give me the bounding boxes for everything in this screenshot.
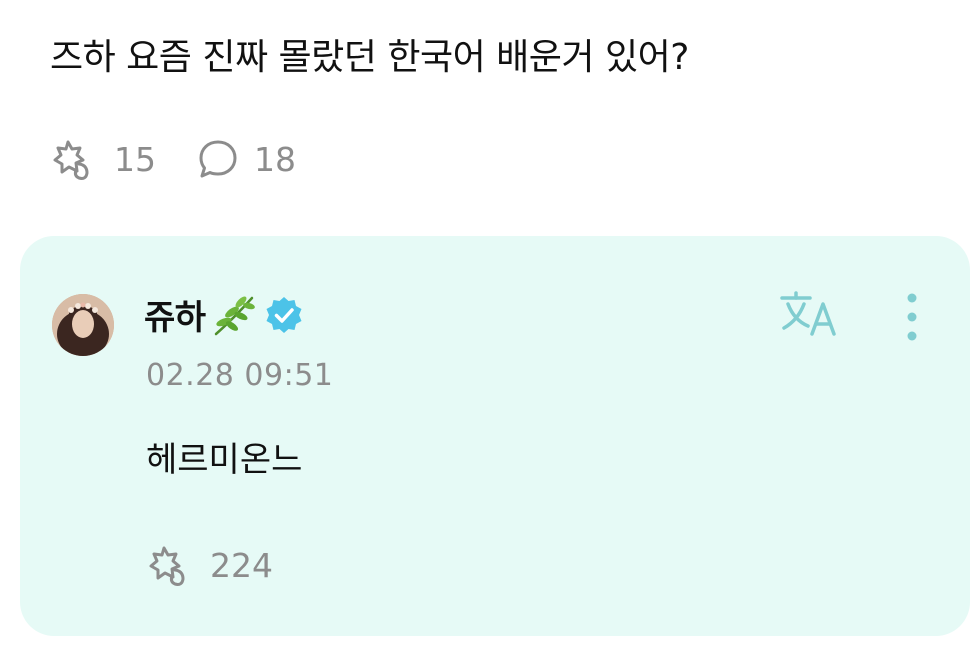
speech-bubble-icon	[199, 140, 237, 178]
post-comment-count: 18	[254, 139, 296, 179]
author-name[interactable]: 쥬하	[144, 290, 206, 339]
post-detail: 즈하 요즘 진짜 몰랐던 한국어 배운거 있어? 15 18 쥬하 02.28 …	[0, 0, 970, 663]
flower-like-icon	[53, 140, 89, 180]
flower-like-icon	[149, 546, 185, 586]
avatar-image	[52, 294, 114, 356]
herb-leaf-icon	[214, 296, 255, 335]
more-vertical-icon[interactable]	[904, 292, 920, 342]
translate-icon[interactable]	[778, 290, 848, 338]
post-like-button[interactable]: 15	[50, 136, 156, 182]
reply-like-button[interactable]: 224	[146, 542, 273, 588]
avatar[interactable]	[52, 294, 114, 356]
post-comment-button[interactable]: 18	[196, 137, 296, 181]
post-like-count: 15	[114, 139, 156, 179]
verified-badge-icon	[266, 296, 302, 333]
post-stats: 15 18	[50, 136, 296, 182]
reply-like-count: 224	[210, 545, 273, 585]
reply-text: 헤르미온느	[146, 440, 303, 480]
post-text: 즈하 요즘 진짜 몰랐던 한국어 배운거 있어?	[50, 37, 689, 78]
reply-stats: 224	[146, 542, 273, 588]
reply-card: 쥬하 02.28 09:51 헤르미온느 224	[20, 236, 970, 636]
reply-timestamp: 02.28 09:51	[146, 358, 334, 393]
author-row: 쥬하	[144, 290, 304, 339]
